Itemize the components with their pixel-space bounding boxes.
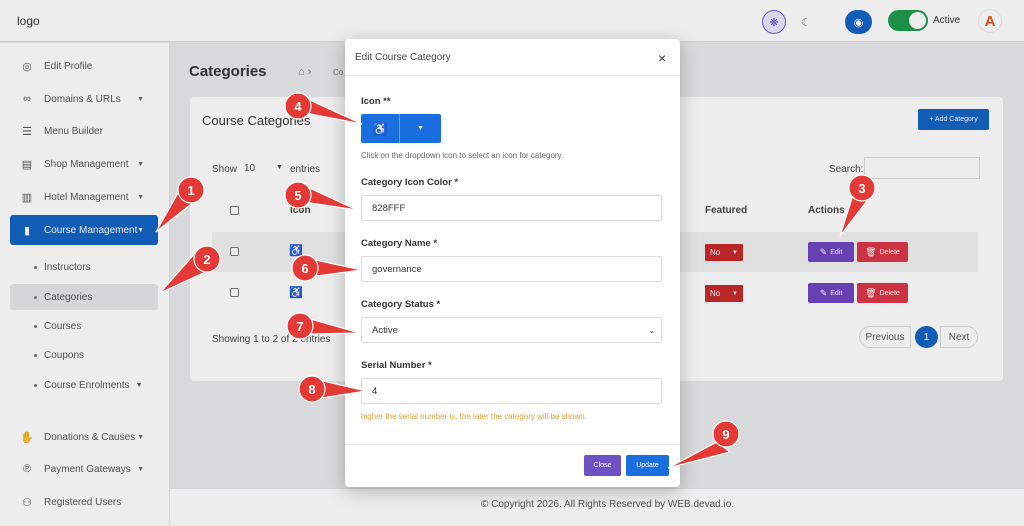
caret-down-icon[interactable]: ▼ (400, 114, 441, 143)
close-button[interactable]: Close (584, 455, 621, 476)
category-name-label: Category Name * (361, 238, 438, 249)
status-value: Active (372, 324, 398, 336)
serial-number-field[interactable]: 4 (361, 378, 662, 404)
close-icon[interactable]: × (658, 50, 666, 66)
category-name-field[interactable]: governance (361, 256, 662, 282)
chevron-down-icon: ⌄ (648, 325, 655, 335)
modal-title: Edit Course Category (355, 52, 451, 63)
modal-header: Edit Course Category × (345, 39, 680, 76)
serial-hint: higher the serial number is, the later t… (361, 412, 587, 421)
icon-label: Icon ** (361, 96, 391, 107)
edit-category-modal: Edit Course Category × Icon ** ♿ ▼ Click… (345, 39, 680, 487)
serial-number-label: Serial Number * (361, 360, 432, 371)
icon-picker[interactable]: ♿ ▼ (361, 114, 441, 143)
category-status-label: Category Status * (361, 299, 441, 310)
update-button[interactable]: Update (626, 455, 669, 476)
wheelchair-icon[interactable]: ♿ (361, 114, 400, 143)
modal-footer-divider (345, 444, 680, 445)
icon-hint: Click on the dropdown icon to select an … (361, 151, 564, 160)
icon-color-label: Category Icon Color * (361, 177, 459, 188)
icon-color-field[interactable]: 828FFF (361, 195, 662, 221)
category-status-select[interactable]: Active ⌄ (361, 317, 662, 343)
